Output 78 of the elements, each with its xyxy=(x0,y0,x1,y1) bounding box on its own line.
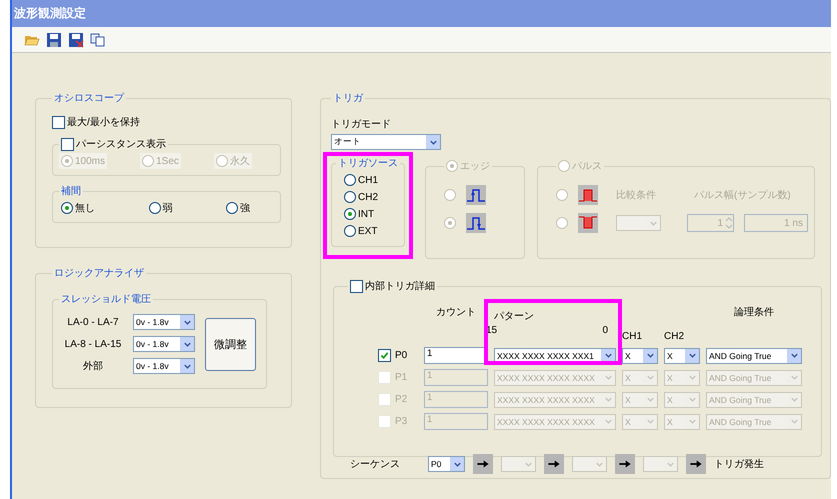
channel-label: LA-0 - LA-7 xyxy=(66,316,120,328)
radio-label: エッジ xyxy=(460,160,490,173)
radio-button[interactable] xyxy=(344,191,356,203)
radio-label: 100ms xyxy=(75,156,106,166)
radio-label: CH2 xyxy=(358,192,378,202)
save-icon[interactable] xyxy=(46,32,62,48)
checkbox-label: P2 xyxy=(395,394,408,405)
radio-label: 1Sec xyxy=(156,156,179,166)
radio-button[interactable] xyxy=(226,202,238,214)
checkbox-label: P0 xyxy=(395,350,408,361)
checkbox[interactable] xyxy=(378,349,391,362)
checkbox-label: 内部トリガ詳細 xyxy=(365,280,435,293)
chevron-icon xyxy=(601,348,615,362)
group-title: スレッショルド電圧 xyxy=(60,293,152,306)
radio-button[interactable] xyxy=(61,202,73,214)
radio-button[interactable] xyxy=(344,225,356,237)
dropdown[interactable]: X xyxy=(664,348,700,364)
radio-button[interactable] xyxy=(344,208,356,220)
dropdown[interactable]: 0v - 1.8v xyxy=(133,358,195,374)
positive-pulse-icon xyxy=(578,185,598,205)
chevron-icon xyxy=(180,337,194,351)
radio-label: EXT xyxy=(358,226,378,236)
dropdown[interactable]: AND Going True xyxy=(706,348,802,364)
save-as-icon[interactable] xyxy=(68,32,84,48)
copy-icon[interactable] xyxy=(90,32,106,48)
dropdown[interactable]: X xyxy=(622,348,658,364)
column-header: カウント xyxy=(435,306,477,319)
column-header: CH1 xyxy=(622,331,644,342)
radio-label: 強 xyxy=(240,202,250,215)
dropdown[interactable]: オート xyxy=(331,134,441,150)
trigger-output-label: トリガ発生 xyxy=(714,458,764,471)
checkbox[interactable] xyxy=(350,280,363,292)
chevron-icon xyxy=(426,135,440,149)
checkbox-label: P1 xyxy=(395,372,408,383)
group-title: オシロスコープ xyxy=(53,92,126,105)
radio-label: CH1 xyxy=(358,174,378,186)
dropdown[interactable]: 0v - 1.8v xyxy=(133,336,195,352)
rising-edge-icon xyxy=(466,185,486,205)
chevron-icon xyxy=(180,315,194,329)
radio-label: パルス xyxy=(572,160,602,173)
negative-pulse-icon xyxy=(578,213,598,233)
column-header: CH2 xyxy=(664,331,686,342)
channel-label: 外部 xyxy=(82,360,104,373)
chevron-icon xyxy=(787,348,801,362)
dropdown[interactable]: 0v - 1.8v xyxy=(133,314,195,330)
chevron-icon xyxy=(450,457,464,471)
spinner-icon xyxy=(725,215,734,231)
window-title: 波形観測設定 xyxy=(12,0,831,27)
chevron-icon xyxy=(643,348,657,362)
fine-tune-button[interactable]: 微調整 xyxy=(205,318,256,370)
field-label: 比較条件 xyxy=(616,188,657,202)
bit-label: 0 xyxy=(602,325,608,336)
dropdown[interactable] xyxy=(616,215,661,231)
checkbox-label: 最大/最小を保持 xyxy=(67,116,140,129)
radio-label: 弱 xyxy=(162,202,172,215)
field-label: トリガモード xyxy=(331,118,392,131)
checkbox-label: P3 xyxy=(395,416,408,427)
group-title: ロジックアナライザ xyxy=(53,267,145,280)
group-title: 補間 xyxy=(60,184,82,198)
radio-label: 永久 xyxy=(230,154,250,168)
checkbox-label: パーシスタンス表示 xyxy=(76,138,166,151)
dropdown[interactable]: P0 xyxy=(428,456,465,472)
falling-edge-icon xyxy=(466,213,486,233)
radio-label: 無し xyxy=(75,202,95,215)
sequence-label: シーケンス xyxy=(350,458,401,471)
checkbox[interactable] xyxy=(52,116,65,128)
column-header: 論理条件 xyxy=(733,306,775,319)
checkbox[interactable] xyxy=(61,138,74,150)
radio-label: INT xyxy=(358,208,374,220)
chevron-icon xyxy=(685,348,699,362)
radio-button[interactable] xyxy=(344,174,356,186)
radio-button[interactable] xyxy=(148,202,160,214)
channel-label: LA-8 - LA-15 xyxy=(64,338,122,350)
group-title: トリガ xyxy=(332,92,364,105)
column-header: パターン xyxy=(494,310,534,323)
chevron-icon xyxy=(180,359,194,373)
field-label: パルス幅(サンプル数) xyxy=(694,188,791,202)
group-title: トリガソース xyxy=(337,157,399,170)
